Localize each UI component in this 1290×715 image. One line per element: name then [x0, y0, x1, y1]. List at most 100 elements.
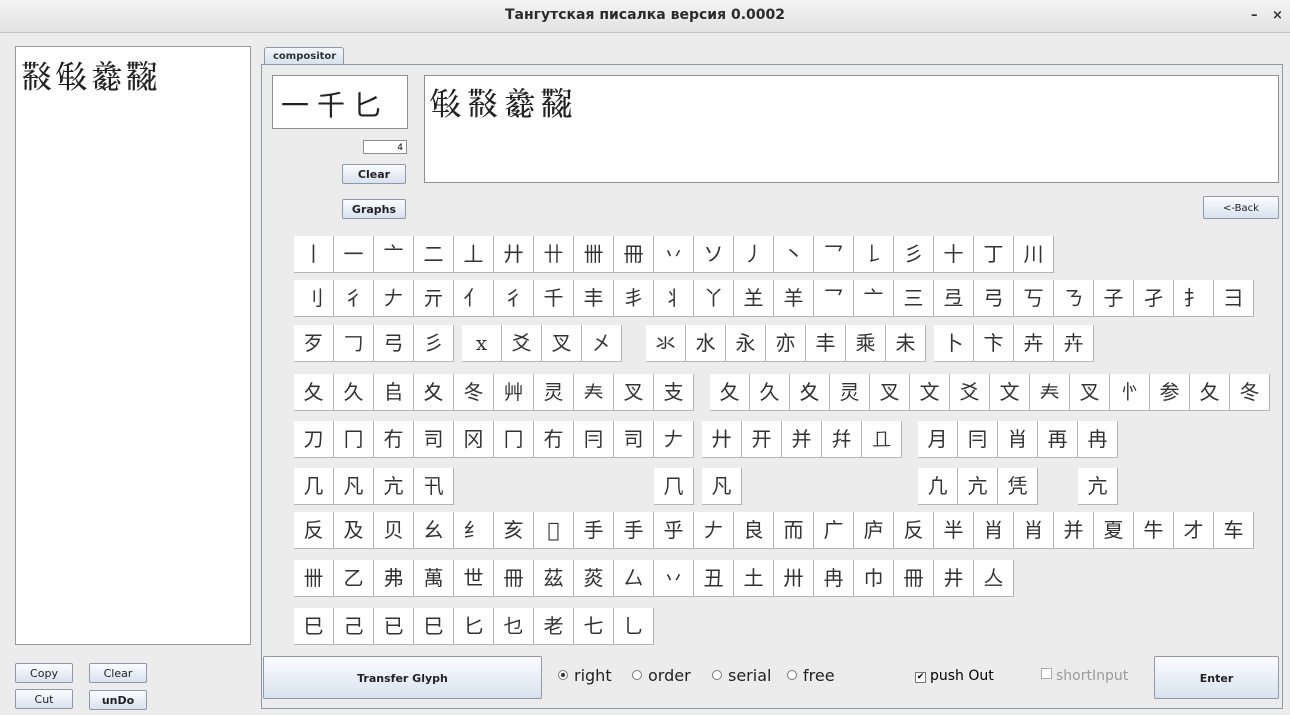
component-key[interactable]: 亢 [1078, 468, 1118, 505]
component-key[interactable]: 𠀃 [862, 421, 902, 458]
component-key[interactable]: ソ [694, 236, 734, 273]
component-key[interactable]: 㐅 [582, 325, 622, 362]
short-input-checkbox[interactable]: shortInput [1041, 666, 1128, 686]
component-key[interactable]: 冊 [614, 236, 654, 273]
tab-compositor[interactable]: compositor [264, 47, 344, 64]
component-key[interactable]: 𠄌 [854, 236, 894, 273]
component-key[interactable]: 丷 [654, 560, 694, 597]
mode-radio-right[interactable]: right [558, 666, 612, 686]
candidate-glyphs-area[interactable]: 𘓐𘜶𘗇𘜺 [424, 75, 1279, 183]
component-key[interactable]: 文 [910, 374, 950, 411]
component-key[interactable]: 肖 [1014, 512, 1054, 549]
compositor-clear-button[interactable]: Clear [342, 164, 406, 184]
component-key[interactable]: 广 [814, 512, 854, 549]
component-key[interactable]: 叉 [542, 325, 582, 362]
component-key[interactable]: 冈 [454, 421, 494, 458]
component-key[interactable]: 才 [1174, 512, 1214, 549]
component-key[interactable]: 土 [734, 560, 774, 597]
component-key[interactable]: 冃 [574, 421, 614, 458]
minimize-icon[interactable]: – [1251, 8, 1258, 23]
component-key[interactable]: 羊 [774, 280, 814, 317]
component-key[interactable]: 冂 [334, 421, 374, 458]
component-key[interactable]: 乎 [654, 512, 694, 549]
component-key[interactable]: 司 [614, 421, 654, 458]
push-out-checkbox[interactable]: ✔ push Out [915, 666, 994, 686]
component-key[interactable]: 厶 [614, 560, 654, 597]
component-key[interactable]: 叉 [1070, 374, 1110, 411]
component-key[interactable]: 丯 [614, 280, 654, 317]
component-key[interactable]: 已 [374, 608, 414, 645]
component-key[interactable]: 十 [934, 236, 974, 273]
component-key[interactable]: 乚 [614, 608, 654, 645]
component-key[interactable]: 冬 [1230, 374, 1270, 411]
component-key[interactable]: 冇 [534, 421, 574, 458]
component-key[interactable]: 彡 [894, 236, 934, 273]
component-key[interactable]: 丄 [454, 236, 494, 273]
component-key[interactable]: 弖 [934, 280, 974, 317]
component-key[interactable]: 冉 [814, 560, 854, 597]
component-key[interactable]: 夂 [710, 374, 750, 411]
component-key[interactable]: 世 [454, 560, 494, 597]
component-key[interactable]: 茲 [534, 560, 574, 597]
component-key[interactable]: 反 [894, 512, 934, 549]
component-key[interactable]: 卄 [534, 236, 574, 273]
component-key[interactable]: 弓 [974, 280, 1014, 317]
component-key[interactable]: 丑 [694, 560, 734, 597]
component-key[interactable]: 亼 [974, 560, 1014, 597]
component-key[interactable]: 亦 [766, 325, 806, 362]
component-key[interactable]: 几 [294, 468, 334, 505]
component-key[interactable]: 丶 [774, 236, 814, 273]
component-key[interactable]: 𠦄 [1054, 325, 1094, 362]
component-key[interactable]: 廾 [494, 236, 534, 273]
component-key[interactable]: 乜 [494, 608, 534, 645]
component-key[interactable]: 孑 [1134, 280, 1174, 317]
component-key[interactable]: 彐 [1214, 280, 1254, 317]
component-key[interactable]: 艸 [494, 374, 534, 411]
component-key[interactable]: 𡗗 [574, 374, 614, 411]
component-key[interactable]: 己 [334, 608, 374, 645]
component-key[interactable]: 良 [734, 512, 774, 549]
component-key[interactable]: 并 [782, 421, 822, 458]
component-key[interactable]: 乛 [814, 236, 854, 273]
component-key[interactable]: 亠 [374, 236, 414, 273]
back-button[interactable]: <-Back [1203, 196, 1279, 219]
component-key[interactable]: 卜 [934, 325, 974, 362]
component-key[interactable]: 夊 [790, 374, 830, 411]
component-key[interactable]: 㣺 [1110, 374, 1150, 411]
component-key[interactable]: 𦍌 [734, 280, 774, 317]
component-key[interactable]: 七 [574, 608, 614, 645]
component-key[interactable]: 并 [1054, 512, 1094, 549]
component-key[interactable]: 丫 [694, 280, 734, 317]
component-key[interactable]: 冊 [494, 560, 534, 597]
component-key[interactable]: 亓 [414, 280, 454, 317]
component-key[interactable]: 廾 [702, 421, 742, 458]
component-key[interactable]: 贝 [374, 512, 414, 549]
component-key[interactable]: 萬 [414, 560, 454, 597]
component-key[interactable]: 开 [742, 421, 782, 458]
component-key[interactable]: 及 [334, 512, 374, 549]
component-key[interactable]: 弗 [374, 560, 414, 597]
component-key[interactable]: x [462, 325, 502, 362]
component-key[interactable]: 卌 [294, 560, 334, 597]
component-key[interactable]: 𠃌 [334, 325, 374, 362]
component-key[interactable]: 乙 [334, 560, 374, 597]
component-key[interactable]: 子 [1094, 280, 1134, 317]
component-key[interactable]: 氺 [646, 325, 686, 362]
enter-button[interactable]: Enter [1154, 656, 1279, 699]
component-key[interactable]: 弓 [374, 325, 414, 362]
graphs-button[interactable]: Graphs [342, 199, 406, 219]
component-key[interactable]: 亠 [854, 280, 894, 317]
component-key[interactable]: 丰 [806, 325, 846, 362]
component-key[interactable]: 未 [886, 325, 926, 362]
component-key[interactable]: 手 [614, 512, 654, 549]
mode-radio-serial[interactable]: serial [712, 666, 771, 686]
component-key[interactable]: 夂 [1190, 374, 1230, 411]
close-icon[interactable]: × [1272, 8, 1283, 23]
component-key[interactable]: 巳 [414, 608, 454, 645]
component-key[interactable]: 巳 [294, 608, 334, 645]
component-key[interactable]: 夂 [294, 374, 334, 411]
component-key[interactable]: 丬 [654, 280, 694, 317]
copy-button[interactable]: Copy [15, 663, 73, 683]
component-key[interactable]: 凡 [334, 468, 374, 505]
component-key[interactable]: 彡 [414, 325, 454, 362]
